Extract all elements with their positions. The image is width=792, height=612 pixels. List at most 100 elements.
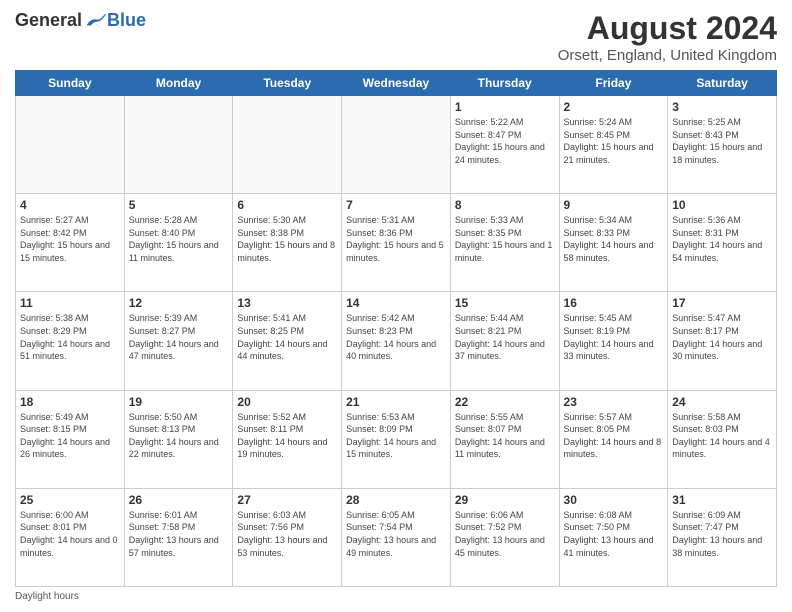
- day-number: 22: [455, 395, 555, 409]
- calendar-day-cell: 12 Sunrise: 5:39 AMSunset: 8:27 PMDayligh…: [124, 292, 233, 390]
- calendar-day-header: Saturday: [668, 71, 777, 96]
- calendar-day-cell: 11Sunrise: 5:38 AMSunset: 8:29 PMDayligh…: [16, 292, 125, 390]
- day-info: Sunrise: 5:58 AMSunset: 8:03 PMDaylight:…: [672, 411, 772, 461]
- day-number: 27: [237, 493, 337, 507]
- day-info: Sunrise: 6:05 AMSunset: 7:54 PMDaylight:…: [346, 509, 446, 559]
- day-number: 16: [564, 296, 664, 310]
- day-number: 7: [346, 198, 446, 212]
- calendar-week-row: 11Sunrise: 5:38 AMSunset: 8:29 PMDayligh…: [16, 292, 777, 390]
- day-info: Sunrise: 5:57 AMSunset: 8:05 PMDaylight:…: [564, 411, 664, 461]
- calendar-day-cell: 21Sunrise: 5:53 AMSunset: 8:09 PMDayligh…: [342, 390, 451, 488]
- day-number: 23: [564, 395, 664, 409]
- day-number: 20: [237, 395, 337, 409]
- calendar-week-row: 25 Sunrise: 6:00 AMSunset: 8:01 PMDayligh…: [16, 488, 777, 586]
- day-number: 17: [672, 296, 772, 310]
- day-info: Sunrise: 5:33 AMSunset: 8:35 PMDaylight:…: [455, 214, 555, 264]
- calendar-day-cell: 7Sunrise: 5:31 AMSunset: 8:36 PMDaylight…: [342, 194, 451, 292]
- day-info: Sunrise: 5:42 AMSunset: 8:23 PMDaylight:…: [346, 312, 446, 362]
- logo-general-text: General: [15, 10, 82, 31]
- day-info: Sunrise: 5:53 AMSunset: 8:09 PMDaylight:…: [346, 411, 446, 461]
- calendar-day-cell: 26 Sunrise: 6:01 AMSunset: 7:58 PMDayligh…: [124, 488, 233, 586]
- day-number: 9: [564, 198, 664, 212]
- day-info: Sunrise: 5:25 AMSunset: 8:43 PMDaylight:…: [672, 116, 772, 166]
- calendar-day-header: Wednesday: [342, 71, 451, 96]
- calendar-week-row: 4 Sunrise: 5:27 AMSunset: 8:42 PMDaylight…: [16, 194, 777, 292]
- day-number: 2: [564, 100, 664, 114]
- calendar-day-cell: 31 Sunrise: 6:09 AMSunset: 7:47 PMDayligh…: [668, 488, 777, 586]
- calendar-day-cell: 19 Sunrise: 5:50 AMSunset: 8:13 PMDayligh…: [124, 390, 233, 488]
- calendar-day-cell: 10Sunrise: 5:36 AMSunset: 8:31 PMDayligh…: [668, 194, 777, 292]
- day-number: 6: [237, 198, 337, 212]
- day-info: Sunrise: 5:44 AMSunset: 8:21 PMDaylight:…: [455, 312, 555, 362]
- calendar-day-cell: 4 Sunrise: 5:27 AMSunset: 8:42 PMDaylight…: [16, 194, 125, 292]
- page: General Blue August 2024 Orsett, England…: [0, 0, 792, 612]
- day-info: Sunrise: 5:36 AMSunset: 8:31 PMDaylight:…: [672, 214, 772, 264]
- day-info: Sunrise: 5:47 AMSunset: 8:17 PMDaylight:…: [672, 312, 772, 362]
- day-number: 25: [20, 493, 120, 507]
- day-info: Sunrise: 5:49 AMSunset: 8:15 PMDaylight:…: [20, 411, 120, 461]
- calendar-day-cell: 28 Sunrise: 6:05 AMSunset: 7:54 PMDayligh…: [342, 488, 451, 586]
- day-info: Sunrise: 5:24 AMSunset: 8:45 PMDaylight:…: [564, 116, 664, 166]
- day-number: 5: [129, 198, 229, 212]
- day-info: Sunrise: 6:09 AMSunset: 7:47 PMDaylight:…: [672, 509, 772, 559]
- day-info: Sunrise: 6:08 AMSunset: 7:50 PMDaylight:…: [564, 509, 664, 559]
- day-number: 28: [346, 493, 446, 507]
- title-section: August 2024 Orsett, England, United King…: [558, 10, 777, 64]
- calendar-day-cell: 9 Sunrise: 5:34 AMSunset: 8:33 PMDaylight…: [559, 194, 668, 292]
- day-number: 29: [455, 493, 555, 507]
- day-info: Sunrise: 5:34 AMSunset: 8:33 PMDaylight:…: [564, 214, 664, 264]
- calendar-day-cell: 13Sunrise: 5:41 AMSunset: 8:25 PMDayligh…: [233, 292, 342, 390]
- day-number: 3: [672, 100, 772, 114]
- calendar-day-header: Friday: [559, 71, 668, 96]
- day-info: Sunrise: 5:27 AMSunset: 8:42 PMDaylight:…: [20, 214, 120, 264]
- day-number: 31: [672, 493, 772, 507]
- calendar-day-cell: 30 Sunrise: 6:08 AMSunset: 7:50 PMDayligh…: [559, 488, 668, 586]
- day-number: 15: [455, 296, 555, 310]
- logo: General Blue: [15, 10, 146, 31]
- calendar-day-cell: 25 Sunrise: 6:00 AMSunset: 8:01 PMDayligh…: [16, 488, 125, 586]
- day-info: Sunrise: 5:30 AMSunset: 8:38 PMDaylight:…: [237, 214, 337, 264]
- day-info: Sunrise: 6:00 AMSunset: 8:01 PMDaylight:…: [20, 509, 120, 559]
- day-info: Sunrise: 5:22 AMSunset: 8:47 PMDaylight:…: [455, 116, 555, 166]
- calendar-day-header: Sunday: [16, 71, 125, 96]
- day-number: 30: [564, 493, 664, 507]
- calendar-day-cell: [16, 96, 125, 194]
- calendar-day-cell: 20Sunrise: 5:52 AMSunset: 8:11 PMDayligh…: [233, 390, 342, 488]
- day-number: 24: [672, 395, 772, 409]
- day-info: Sunrise: 5:39 AMSunset: 8:27 PMDaylight:…: [129, 312, 229, 362]
- calendar-week-row: 18 Sunrise: 5:49 AMSunset: 8:15 PMDayligh…: [16, 390, 777, 488]
- calendar-day-cell: 17 Sunrise: 5:47 AMSunset: 8:17 PMDayligh…: [668, 292, 777, 390]
- calendar-day-header: Thursday: [450, 71, 559, 96]
- calendar-day-cell: [233, 96, 342, 194]
- calendar-day-cell: 8 Sunrise: 5:33 AMSunset: 8:35 PMDaylight…: [450, 194, 559, 292]
- day-info: Sunrise: 6:01 AMSunset: 7:58 PMDaylight:…: [129, 509, 229, 559]
- day-number: 4: [20, 198, 120, 212]
- day-number: 18: [20, 395, 120, 409]
- location-subtitle: Orsett, England, United Kingdom: [558, 47, 777, 64]
- day-info: Sunrise: 5:50 AMSunset: 8:13 PMDaylight:…: [129, 411, 229, 461]
- calendar-header-row: SundayMondayTuesdayWednesdayThursdayFrid…: [16, 71, 777, 96]
- logo-bird-icon: [85, 12, 107, 30]
- footer-note: Daylight hours: [15, 591, 777, 602]
- day-number: 14: [346, 296, 446, 310]
- day-number: 8: [455, 198, 555, 212]
- calendar-day-header: Monday: [124, 71, 233, 96]
- day-number: 13: [237, 296, 337, 310]
- calendar-day-cell: 22Sunrise: 5:55 AMSunset: 8:07 PMDayligh…: [450, 390, 559, 488]
- calendar-week-row: 1Sunrise: 5:22 AMSunset: 8:47 PMDaylight…: [16, 96, 777, 194]
- day-number: 19: [129, 395, 229, 409]
- calendar-day-cell: [124, 96, 233, 194]
- calendar-day-cell: 3 Sunrise: 5:25 AMSunset: 8:43 PMDaylight…: [668, 96, 777, 194]
- day-info: Sunrise: 5:45 AMSunset: 8:19 PMDaylight:…: [564, 312, 664, 362]
- logo-blue-text: Blue: [107, 10, 146, 31]
- calendar-day-cell: 18 Sunrise: 5:49 AMSunset: 8:15 PMDayligh…: [16, 390, 125, 488]
- day-info: Sunrise: 5:28 AMSunset: 8:40 PMDaylight:…: [129, 214, 229, 264]
- day-number: 12: [129, 296, 229, 310]
- day-info: Sunrise: 5:38 AMSunset: 8:29 PMDaylight:…: [20, 312, 120, 362]
- calendar-day-cell: 29Sunrise: 6:06 AMSunset: 7:52 PMDayligh…: [450, 488, 559, 586]
- day-number: 26: [129, 493, 229, 507]
- calendar-table: SundayMondayTuesdayWednesdayThursdayFrid…: [15, 70, 777, 587]
- calendar-day-cell: 2 Sunrise: 5:24 AMSunset: 8:45 PMDaylight…: [559, 96, 668, 194]
- calendar-day-cell: 6 Sunrise: 5:30 AMSunset: 8:38 PMDaylight…: [233, 194, 342, 292]
- day-info: Sunrise: 6:03 AMSunset: 7:56 PMDaylight:…: [237, 509, 337, 559]
